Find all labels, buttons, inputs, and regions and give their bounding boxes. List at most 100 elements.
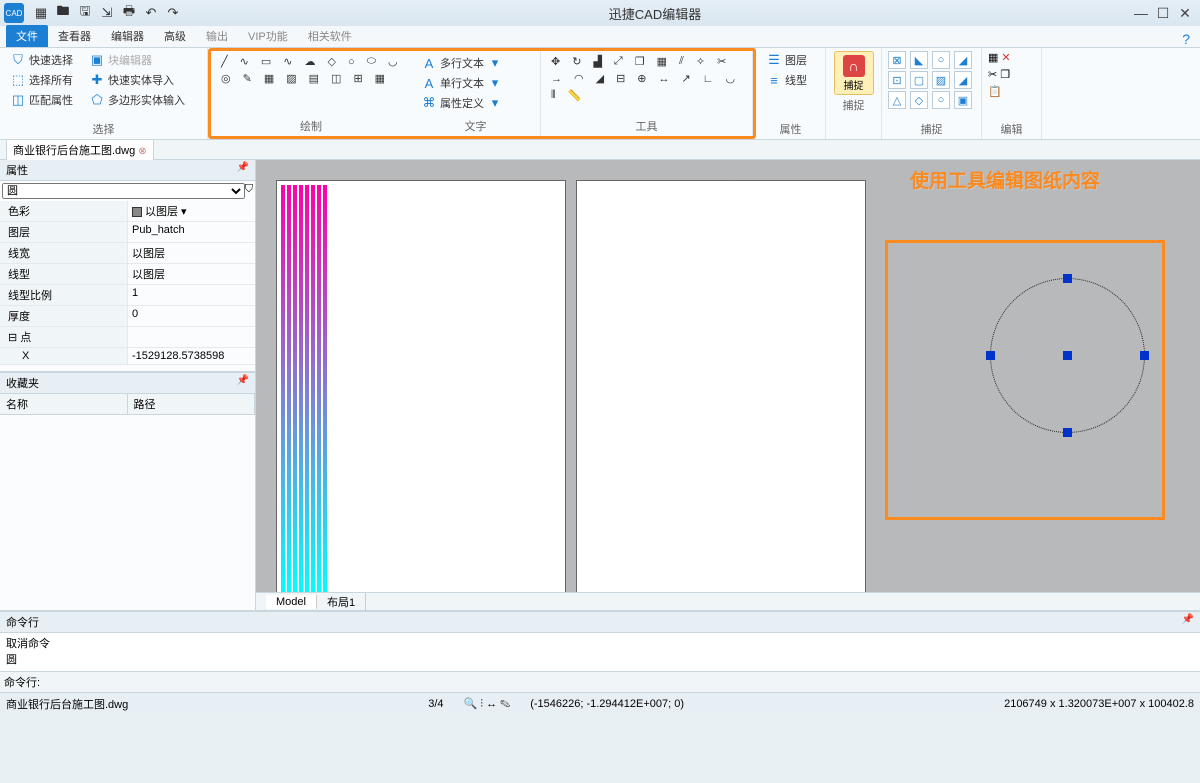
align-icon[interactable]: ⫴ xyxy=(547,88,560,103)
solid-import-button[interactable]: ✚快速实体导入 xyxy=(85,71,178,89)
export-icon[interactable]: ⇲ xyxy=(100,6,114,20)
offset-icon[interactable]: ⫽ xyxy=(675,54,688,69)
block-editor-button[interactable]: ▣块编辑器 xyxy=(85,51,156,69)
prop-layer[interactable]: Pub_hatch xyxy=(128,222,255,242)
endpoint-icon[interactable]: ⊠ xyxy=(888,51,906,69)
quick-select-button[interactable]: ⛉快速选择 xyxy=(6,51,77,69)
delete-icon[interactable]: ✕ xyxy=(1001,51,1010,64)
line-icon[interactable]: ╱ xyxy=(217,54,232,69)
minimize-button[interactable]: — xyxy=(1130,5,1152,21)
new-icon[interactable]: ▦ xyxy=(34,6,48,20)
rotate-icon[interactable]: ↻ xyxy=(568,54,585,69)
join-icon[interactable]: ⊕ xyxy=(633,71,650,86)
open-icon[interactable]: 🖿 xyxy=(56,6,70,20)
spline-icon[interactable]: ∿ xyxy=(279,54,296,69)
tab-model[interactable]: Model xyxy=(266,595,317,609)
print-icon[interactable]: 🖶 xyxy=(122,6,136,20)
cut-icon[interactable]: ✂ xyxy=(988,68,997,81)
prop-color[interactable]: 以图层 ▾ xyxy=(128,201,255,221)
pin-icon[interactable]: 📌 xyxy=(1182,614,1194,630)
point-icon[interactable]: ✎ xyxy=(239,71,256,86)
grip-right[interactable] xyxy=(1140,351,1149,360)
parallel-icon[interactable]: ○ xyxy=(932,91,950,109)
snap-button[interactable]: ∩ 捕捉 xyxy=(834,51,874,95)
scale-icon[interactable]: ⤢ xyxy=(610,54,627,69)
ellipse-icon[interactable]: ⬭ xyxy=(363,54,380,69)
grip-top[interactable] xyxy=(1063,274,1072,283)
node-icon[interactable]: ◢ xyxy=(954,51,972,69)
boundary-icon[interactable]: ◫ xyxy=(327,71,345,86)
tab-output[interactable]: 输出 xyxy=(196,25,238,47)
copy2-icon[interactable]: ❐ xyxy=(1000,68,1010,81)
undo-icon[interactable]: ↶ xyxy=(144,6,158,20)
prop-lineweight[interactable]: 以图层 xyxy=(128,243,255,263)
perp-icon[interactable]: ▨ xyxy=(932,71,950,89)
close-tab-icon[interactable]: ⊗ xyxy=(138,146,146,157)
fillet-icon[interactable]: ◠ xyxy=(570,71,588,86)
status-icons[interactable]: 🔍 ⫶ ↔ ✎ xyxy=(464,697,511,711)
tab-vip[interactable]: VIP功能 xyxy=(238,25,298,47)
pin-icon[interactable]: 📌 xyxy=(237,375,249,391)
donut-icon[interactable]: ◎ xyxy=(217,71,235,86)
stext-button[interactable]: A单行文本▾ xyxy=(417,74,507,92)
table-icon[interactable]: ▦ xyxy=(371,71,389,86)
prop-ltscale[interactable]: 1 xyxy=(128,285,255,305)
explode-icon[interactable]: ✧ xyxy=(692,54,709,69)
tab-layout1[interactable]: 布局1 xyxy=(317,593,366,611)
command-input[interactable] xyxy=(44,674,1196,690)
mirror-icon[interactable]: ▟ xyxy=(589,54,605,69)
chamfer-icon[interactable]: ◢ xyxy=(592,71,608,86)
copy-icon[interactable]: ❐ xyxy=(631,54,649,69)
drawing-canvas[interactable]: 使用工具编辑图纸内容 xyxy=(256,160,1200,592)
ext-icon[interactable]: ▣ xyxy=(954,91,972,109)
prop-thickness[interactable]: 0 xyxy=(128,306,255,326)
help-icon[interactable]: ? xyxy=(1182,31,1190,47)
close-button[interactable]: ✕ xyxy=(1174,5,1196,22)
cloud-icon[interactable]: ☁ xyxy=(300,54,319,69)
prop-linetype[interactable]: 以图层 xyxy=(128,264,255,284)
rect-icon[interactable]: ▭ xyxy=(257,54,275,69)
prop-x[interactable]: -1529128.5738598 xyxy=(128,348,255,364)
attr-def-button[interactable]: ⌘属性定义▾ xyxy=(417,94,507,112)
grip-left[interactable] xyxy=(986,351,995,360)
move-icon[interactable]: ✥ xyxy=(547,54,564,69)
pin-icon[interactable]: 📌 xyxy=(237,162,249,178)
tab-file[interactable]: 文件 xyxy=(6,25,48,47)
maximize-button[interactable]: ☐ xyxy=(1152,5,1174,22)
paste-icon[interactable]: 📋 xyxy=(988,85,1002,98)
leader-icon[interactable]: ↗ xyxy=(678,71,695,86)
appint-icon[interactable]: ◇ xyxy=(910,91,928,109)
tab-viewer[interactable]: 查看器 xyxy=(48,25,101,47)
near-icon[interactable]: △ xyxy=(888,91,906,109)
wipeout-icon[interactable]: ◇ xyxy=(323,54,339,69)
angle-icon[interactable]: ∟ xyxy=(699,71,718,86)
gradient-icon[interactable]: ▤ xyxy=(305,71,323,86)
measure-icon[interactable]: 📏 xyxy=(564,88,586,103)
radius-icon[interactable]: ◡ xyxy=(722,71,740,86)
save-icon[interactable]: 🖫 xyxy=(78,6,92,20)
intersect-icon[interactable]: ▢ xyxy=(910,71,928,89)
tangent-icon[interactable]: ◢ xyxy=(954,71,972,89)
hatch-icon[interactable]: ▨ xyxy=(282,71,300,86)
layer-button[interactable]: ☰图层 xyxy=(762,51,811,69)
select-all-button[interactable]: ⬚选择所有 xyxy=(6,71,77,89)
region-icon[interactable]: ⊞ xyxy=(349,71,366,86)
grip-center[interactable] xyxy=(1063,351,1072,360)
array-icon[interactable]: ▦ xyxy=(653,54,671,69)
fill-icon[interactable]: ▦ xyxy=(260,71,278,86)
tab-advanced[interactable]: 高级 xyxy=(154,25,196,47)
document-tab[interactable]: 商业银行后台施工图.dwg⊗ xyxy=(6,139,154,161)
break-icon[interactable]: ⊟ xyxy=(612,71,629,86)
tab-editor[interactable]: 编辑器 xyxy=(101,25,154,47)
polyline-icon[interactable]: ∿ xyxy=(236,54,253,69)
trim-icon[interactable]: ✂ xyxy=(713,54,730,69)
circle-icon[interactable]: ○ xyxy=(344,54,359,69)
erase-icon[interactable]: ▦ xyxy=(988,51,998,64)
match-props-button[interactable]: ◫匹配属性 xyxy=(6,91,77,109)
linetype-button[interactable]: ≡线型 xyxy=(762,71,811,89)
dim-icon[interactable]: ↔ xyxy=(655,71,674,86)
redo-icon[interactable]: ↷ xyxy=(166,6,180,20)
mtext-button[interactable]: A多行文本▾ xyxy=(417,54,507,72)
midpoint-icon[interactable]: ◣ xyxy=(910,51,928,69)
polygon-input-button[interactable]: ⬠多边形实体输入 xyxy=(85,91,189,109)
